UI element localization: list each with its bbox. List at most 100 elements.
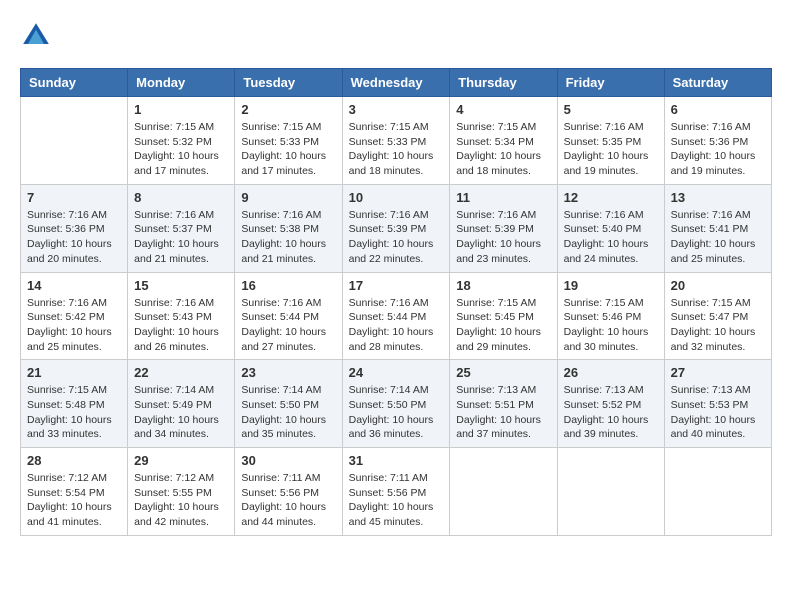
calendar-week-1: 1 Sunrise: 7:15 AM Sunset: 5:32 PM Daylig… (21, 97, 772, 185)
day-number: 21 (27, 365, 121, 380)
calendar-cell: 17 Sunrise: 7:16 AM Sunset: 5:44 PM Dayli… (342, 272, 450, 360)
day-header-saturday: Saturday (664, 69, 771, 97)
day-number: 27 (671, 365, 765, 380)
day-number: 24 (349, 365, 444, 380)
day-info: Sunrise: 7:16 AM Sunset: 5:44 PM Dayligh… (349, 296, 444, 355)
day-info: Sunrise: 7:11 AM Sunset: 5:56 PM Dayligh… (241, 471, 335, 530)
day-header-monday: Monday (128, 69, 235, 97)
calendar-cell: 28 Sunrise: 7:12 AM Sunset: 5:54 PM Dayli… (21, 448, 128, 536)
day-number: 8 (134, 190, 228, 205)
day-number: 16 (241, 278, 335, 293)
calendar-cell: 9 Sunrise: 7:16 AM Sunset: 5:38 PM Daylig… (235, 184, 342, 272)
day-info: Sunrise: 7:16 AM Sunset: 5:36 PM Dayligh… (671, 120, 765, 179)
calendar-week-4: 21 Sunrise: 7:15 AM Sunset: 5:48 PM Dayli… (21, 360, 772, 448)
calendar-cell: 23 Sunrise: 7:14 AM Sunset: 5:50 PM Dayli… (235, 360, 342, 448)
calendar-cell: 7 Sunrise: 7:16 AM Sunset: 5:36 PM Daylig… (21, 184, 128, 272)
day-number: 11 (456, 190, 550, 205)
day-number: 15 (134, 278, 228, 293)
day-number: 31 (349, 453, 444, 468)
calendar-cell: 3 Sunrise: 7:15 AM Sunset: 5:33 PM Daylig… (342, 97, 450, 185)
calendar-cell: 18 Sunrise: 7:15 AM Sunset: 5:45 PM Dayli… (450, 272, 557, 360)
day-info: Sunrise: 7:15 AM Sunset: 5:47 PM Dayligh… (671, 296, 765, 355)
day-header-friday: Friday (557, 69, 664, 97)
calendar-cell: 2 Sunrise: 7:15 AM Sunset: 5:33 PM Daylig… (235, 97, 342, 185)
day-number: 7 (27, 190, 121, 205)
day-number: 5 (564, 102, 658, 117)
day-info: Sunrise: 7:16 AM Sunset: 5:37 PM Dayligh… (134, 208, 228, 267)
day-info: Sunrise: 7:11 AM Sunset: 5:56 PM Dayligh… (349, 471, 444, 530)
calendar-cell: 15 Sunrise: 7:16 AM Sunset: 5:43 PM Dayli… (128, 272, 235, 360)
logo-icon (20, 20, 52, 52)
calendar-cell: 8 Sunrise: 7:16 AM Sunset: 5:37 PM Daylig… (128, 184, 235, 272)
calendar-cell: 13Sunrise: 7:16 AM Sunset: 5:41 PM Dayli… (664, 184, 771, 272)
calendar-cell: 21 Sunrise: 7:15 AM Sunset: 5:48 PM Dayli… (21, 360, 128, 448)
calendar-cell: 31 Sunrise: 7:11 AM Sunset: 5:56 PM Dayli… (342, 448, 450, 536)
calendar-cell (21, 97, 128, 185)
calendar-cell: 24 Sunrise: 7:14 AM Sunset: 5:50 PM Dayli… (342, 360, 450, 448)
day-info: Sunrise: 7:16 AM Sunset: 5:39 PM Dayligh… (456, 208, 550, 267)
day-info: Sunrise: 7:15 AM Sunset: 5:32 PM Dayligh… (134, 120, 228, 179)
day-info: Sunrise: 7:16 AM Sunset: 5:43 PM Dayligh… (134, 296, 228, 355)
calendar-cell: 22Sunrise: 7:14 AM Sunset: 5:49 PM Dayli… (128, 360, 235, 448)
day-number: 12 (564, 190, 658, 205)
day-info: Sunrise: 7:16 AM Sunset: 5:38 PM Dayligh… (241, 208, 335, 267)
day-header-sunday: Sunday (21, 69, 128, 97)
calendar-cell: 29 Sunrise: 7:12 AM Sunset: 5:55 PM Dayli… (128, 448, 235, 536)
calendar-cell: 26Sunrise: 7:13 AM Sunset: 5:52 PM Dayli… (557, 360, 664, 448)
day-number: 30 (241, 453, 335, 468)
day-number: 19 (564, 278, 658, 293)
day-info: Sunrise: 7:16 AM Sunset: 5:44 PM Dayligh… (241, 296, 335, 355)
day-info: Sunrise: 7:13 AM Sunset: 5:52 PM Dayligh… (564, 383, 658, 442)
day-number: 1 (134, 102, 228, 117)
calendar-week-2: 7 Sunrise: 7:16 AM Sunset: 5:36 PM Daylig… (21, 184, 772, 272)
day-info: Sunrise: 7:12 AM Sunset: 5:54 PM Dayligh… (27, 471, 121, 530)
calendar-cell: 16 Sunrise: 7:16 AM Sunset: 5:44 PM Dayli… (235, 272, 342, 360)
day-number: 14 (27, 278, 121, 293)
day-info: Sunrise: 7:15 AM Sunset: 5:48 PM Dayligh… (27, 383, 121, 442)
calendar-cell (450, 448, 557, 536)
day-number: 25 (456, 365, 550, 380)
calendar-cell (664, 448, 771, 536)
calendar-header-row: SundayMondayTuesdayWednesdayThursdayFrid… (21, 69, 772, 97)
day-info: Sunrise: 7:16 AM Sunset: 5:35 PM Dayligh… (564, 120, 658, 179)
calendar-cell: 30 Sunrise: 7:11 AM Sunset: 5:56 PM Dayli… (235, 448, 342, 536)
day-info: Sunrise: 7:14 AM Sunset: 5:49 PM Dayligh… (134, 383, 228, 442)
calendar-cell: 5 Sunrise: 7:16 AM Sunset: 5:35 PM Daylig… (557, 97, 664, 185)
day-number: 10 (349, 190, 444, 205)
day-info: Sunrise: 7:16 AM Sunset: 5:42 PM Dayligh… (27, 296, 121, 355)
day-info: Sunrise: 7:16 AM Sunset: 5:39 PM Dayligh… (349, 208, 444, 267)
day-info: Sunrise: 7:15 AM Sunset: 5:34 PM Dayligh… (456, 120, 550, 179)
day-number: 9 (241, 190, 335, 205)
day-info: Sunrise: 7:14 AM Sunset: 5:50 PM Dayligh… (241, 383, 335, 442)
day-info: Sunrise: 7:15 AM Sunset: 5:33 PM Dayligh… (241, 120, 335, 179)
day-info: Sunrise: 7:15 AM Sunset: 5:33 PM Dayligh… (349, 120, 444, 179)
day-number: 2 (241, 102, 335, 117)
day-info: Sunrise: 7:16 AM Sunset: 5:40 PM Dayligh… (564, 208, 658, 267)
day-number: 13 (671, 190, 765, 205)
calendar-cell: 27Sunrise: 7:13 AM Sunset: 5:53 PM Dayli… (664, 360, 771, 448)
calendar-cell: 19 Sunrise: 7:15 AM Sunset: 5:46 PM Dayli… (557, 272, 664, 360)
day-header-wednesday: Wednesday (342, 69, 450, 97)
day-info: Sunrise: 7:14 AM Sunset: 5:50 PM Dayligh… (349, 383, 444, 442)
calendar: SundayMondayTuesdayWednesdayThursdayFrid… (20, 68, 772, 536)
calendar-week-3: 14 Sunrise: 7:16 AM Sunset: 5:42 PM Dayli… (21, 272, 772, 360)
day-info: Sunrise: 7:12 AM Sunset: 5:55 PM Dayligh… (134, 471, 228, 530)
day-number: 3 (349, 102, 444, 117)
day-number: 17 (349, 278, 444, 293)
day-header-thursday: Thursday (450, 69, 557, 97)
day-number: 18 (456, 278, 550, 293)
day-info: Sunrise: 7:13 AM Sunset: 5:51 PM Dayligh… (456, 383, 550, 442)
day-number: 28 (27, 453, 121, 468)
day-info: Sunrise: 7:15 AM Sunset: 5:46 PM Dayligh… (564, 296, 658, 355)
day-info: Sunrise: 7:16 AM Sunset: 5:36 PM Dayligh… (27, 208, 121, 267)
day-number: 6 (671, 102, 765, 117)
calendar-cell: 25 Sunrise: 7:13 AM Sunset: 5:51 PM Dayli… (450, 360, 557, 448)
day-header-tuesday: Tuesday (235, 69, 342, 97)
calendar-cell: 20Sunrise: 7:15 AM Sunset: 5:47 PM Dayli… (664, 272, 771, 360)
logo (20, 20, 56, 52)
day-number: 29 (134, 453, 228, 468)
calendar-cell: 12 Sunrise: 7:16 AM Sunset: 5:40 PM Dayli… (557, 184, 664, 272)
day-number: 23 (241, 365, 335, 380)
calendar-cell: 11 Sunrise: 7:16 AM Sunset: 5:39 PM Dayli… (450, 184, 557, 272)
day-info: Sunrise: 7:15 AM Sunset: 5:45 PM Dayligh… (456, 296, 550, 355)
